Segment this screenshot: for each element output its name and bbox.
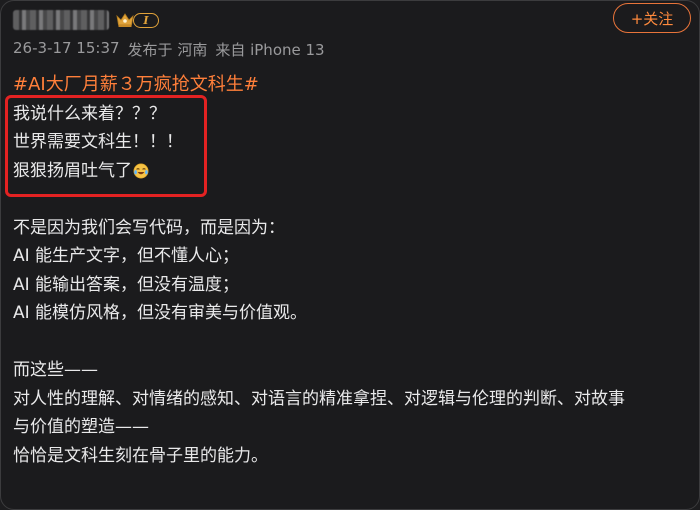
body-line-blank (13, 328, 689, 357)
highlight-line-with-emoji: 狠狠扬眉吐气了 (13, 157, 689, 186)
body-line: 不是因为我们会写代码，而是因为： (13, 217, 285, 238)
highlight-line-text: 狠狠扬眉吐气了 (13, 160, 132, 181)
post-meta: 26-3-17 15:37 发布于 河南 来自 iPhone 13 (13, 39, 325, 60)
body-line: 与价值的塑造—— (13, 417, 149, 437)
crown-icon (116, 13, 134, 27)
body-line: 而这些—— (13, 360, 98, 380)
highlight-line: 世界需要文科生！！！ (13, 132, 183, 152)
post-content: #AI大厂月薪３万疯抢文科生# 我说什么来着？？？ 世界需要文科生！！！ 狠狠扬… (13, 71, 689, 470)
highlight-line: 我说什么来着？？？ (13, 103, 166, 124)
level-label: I (133, 12, 159, 28)
body-line: AI 能输出答案，但没有温度； (13, 274, 240, 295)
body-line: AI 能模仿风格，但没有审美与价值观。 (13, 303, 308, 323)
hashtag-link[interactable]: #AI大厂月薪３万疯抢文科生# (13, 71, 689, 100)
username-blurred[interactable] (13, 10, 109, 30)
post-header: I (13, 7, 159, 33)
post-device: 来自 iPhone 13 (215, 41, 325, 59)
body-line: 对人性的理解、对情绪的感知、对语言的精准拿捏、对逻辑与伦理的判断、对故事 (13, 388, 625, 409)
follow-button[interactable]: +关注 (613, 3, 691, 33)
user-level-badge[interactable]: I (115, 11, 159, 29)
post-location: 发布于 河南 (127, 41, 208, 59)
post-time: 26-3-17 15:37 (13, 39, 120, 57)
crying-laughing-emoji-icon (133, 163, 149, 179)
body-line: AI 能生产文字，但不懂人心； (13, 246, 240, 266)
weibo-post-card: I +关注 26-3-17 15:37 发布于 河南 来自 iPhone 13 … (0, 0, 700, 510)
body-line: 恰恰是文科生刻在骨子里的能力。 (13, 445, 268, 466)
